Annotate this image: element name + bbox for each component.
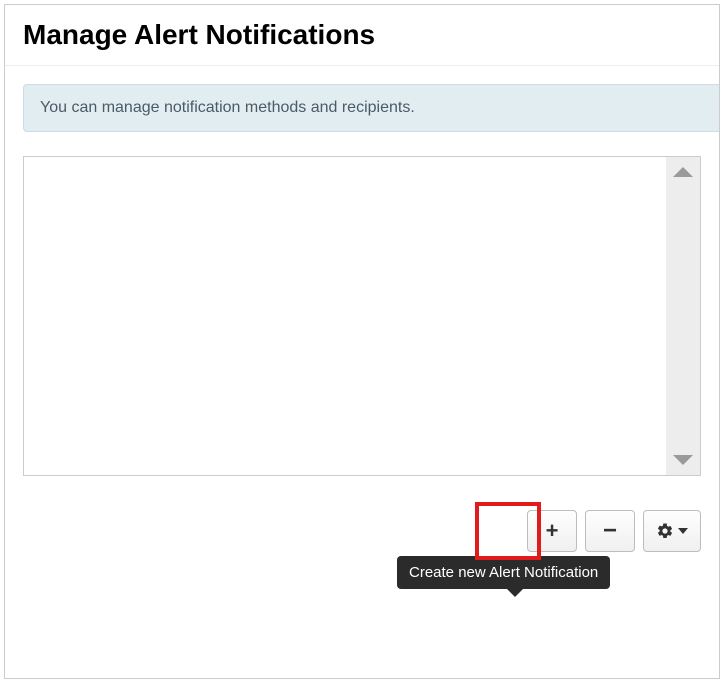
remove-button[interactable]: − xyxy=(585,510,635,552)
settings-button[interactable] xyxy=(643,510,701,552)
page-title: Manage Alert Notifications xyxy=(23,19,701,51)
add-button[interactable]: + xyxy=(527,510,577,552)
action-button-row: + − xyxy=(23,510,701,552)
minus-icon: − xyxy=(603,519,617,543)
panel-header: Manage Alert Notifications xyxy=(5,5,719,66)
tooltip-text: Create new Alert Notification xyxy=(409,564,598,581)
notification-list-area xyxy=(23,156,701,476)
alert-notifications-panel: Manage Alert Notifications You can manag… xyxy=(4,4,720,679)
panel-body: You can manage notification methods and … xyxy=(5,66,719,570)
tooltip-create-notification: Create new Alert Notification xyxy=(397,556,610,589)
scroll-up-icon[interactable] xyxy=(673,167,693,177)
info-text: You can manage notification methods and … xyxy=(40,99,415,116)
scrollbar[interactable] xyxy=(666,157,700,475)
notification-list[interactable] xyxy=(24,157,666,475)
scroll-down-icon[interactable] xyxy=(673,455,693,465)
gear-icon xyxy=(656,522,674,540)
info-banner: You can manage notification methods and … xyxy=(23,84,719,132)
plus-icon: + xyxy=(546,520,559,542)
caret-down-icon xyxy=(678,528,688,534)
